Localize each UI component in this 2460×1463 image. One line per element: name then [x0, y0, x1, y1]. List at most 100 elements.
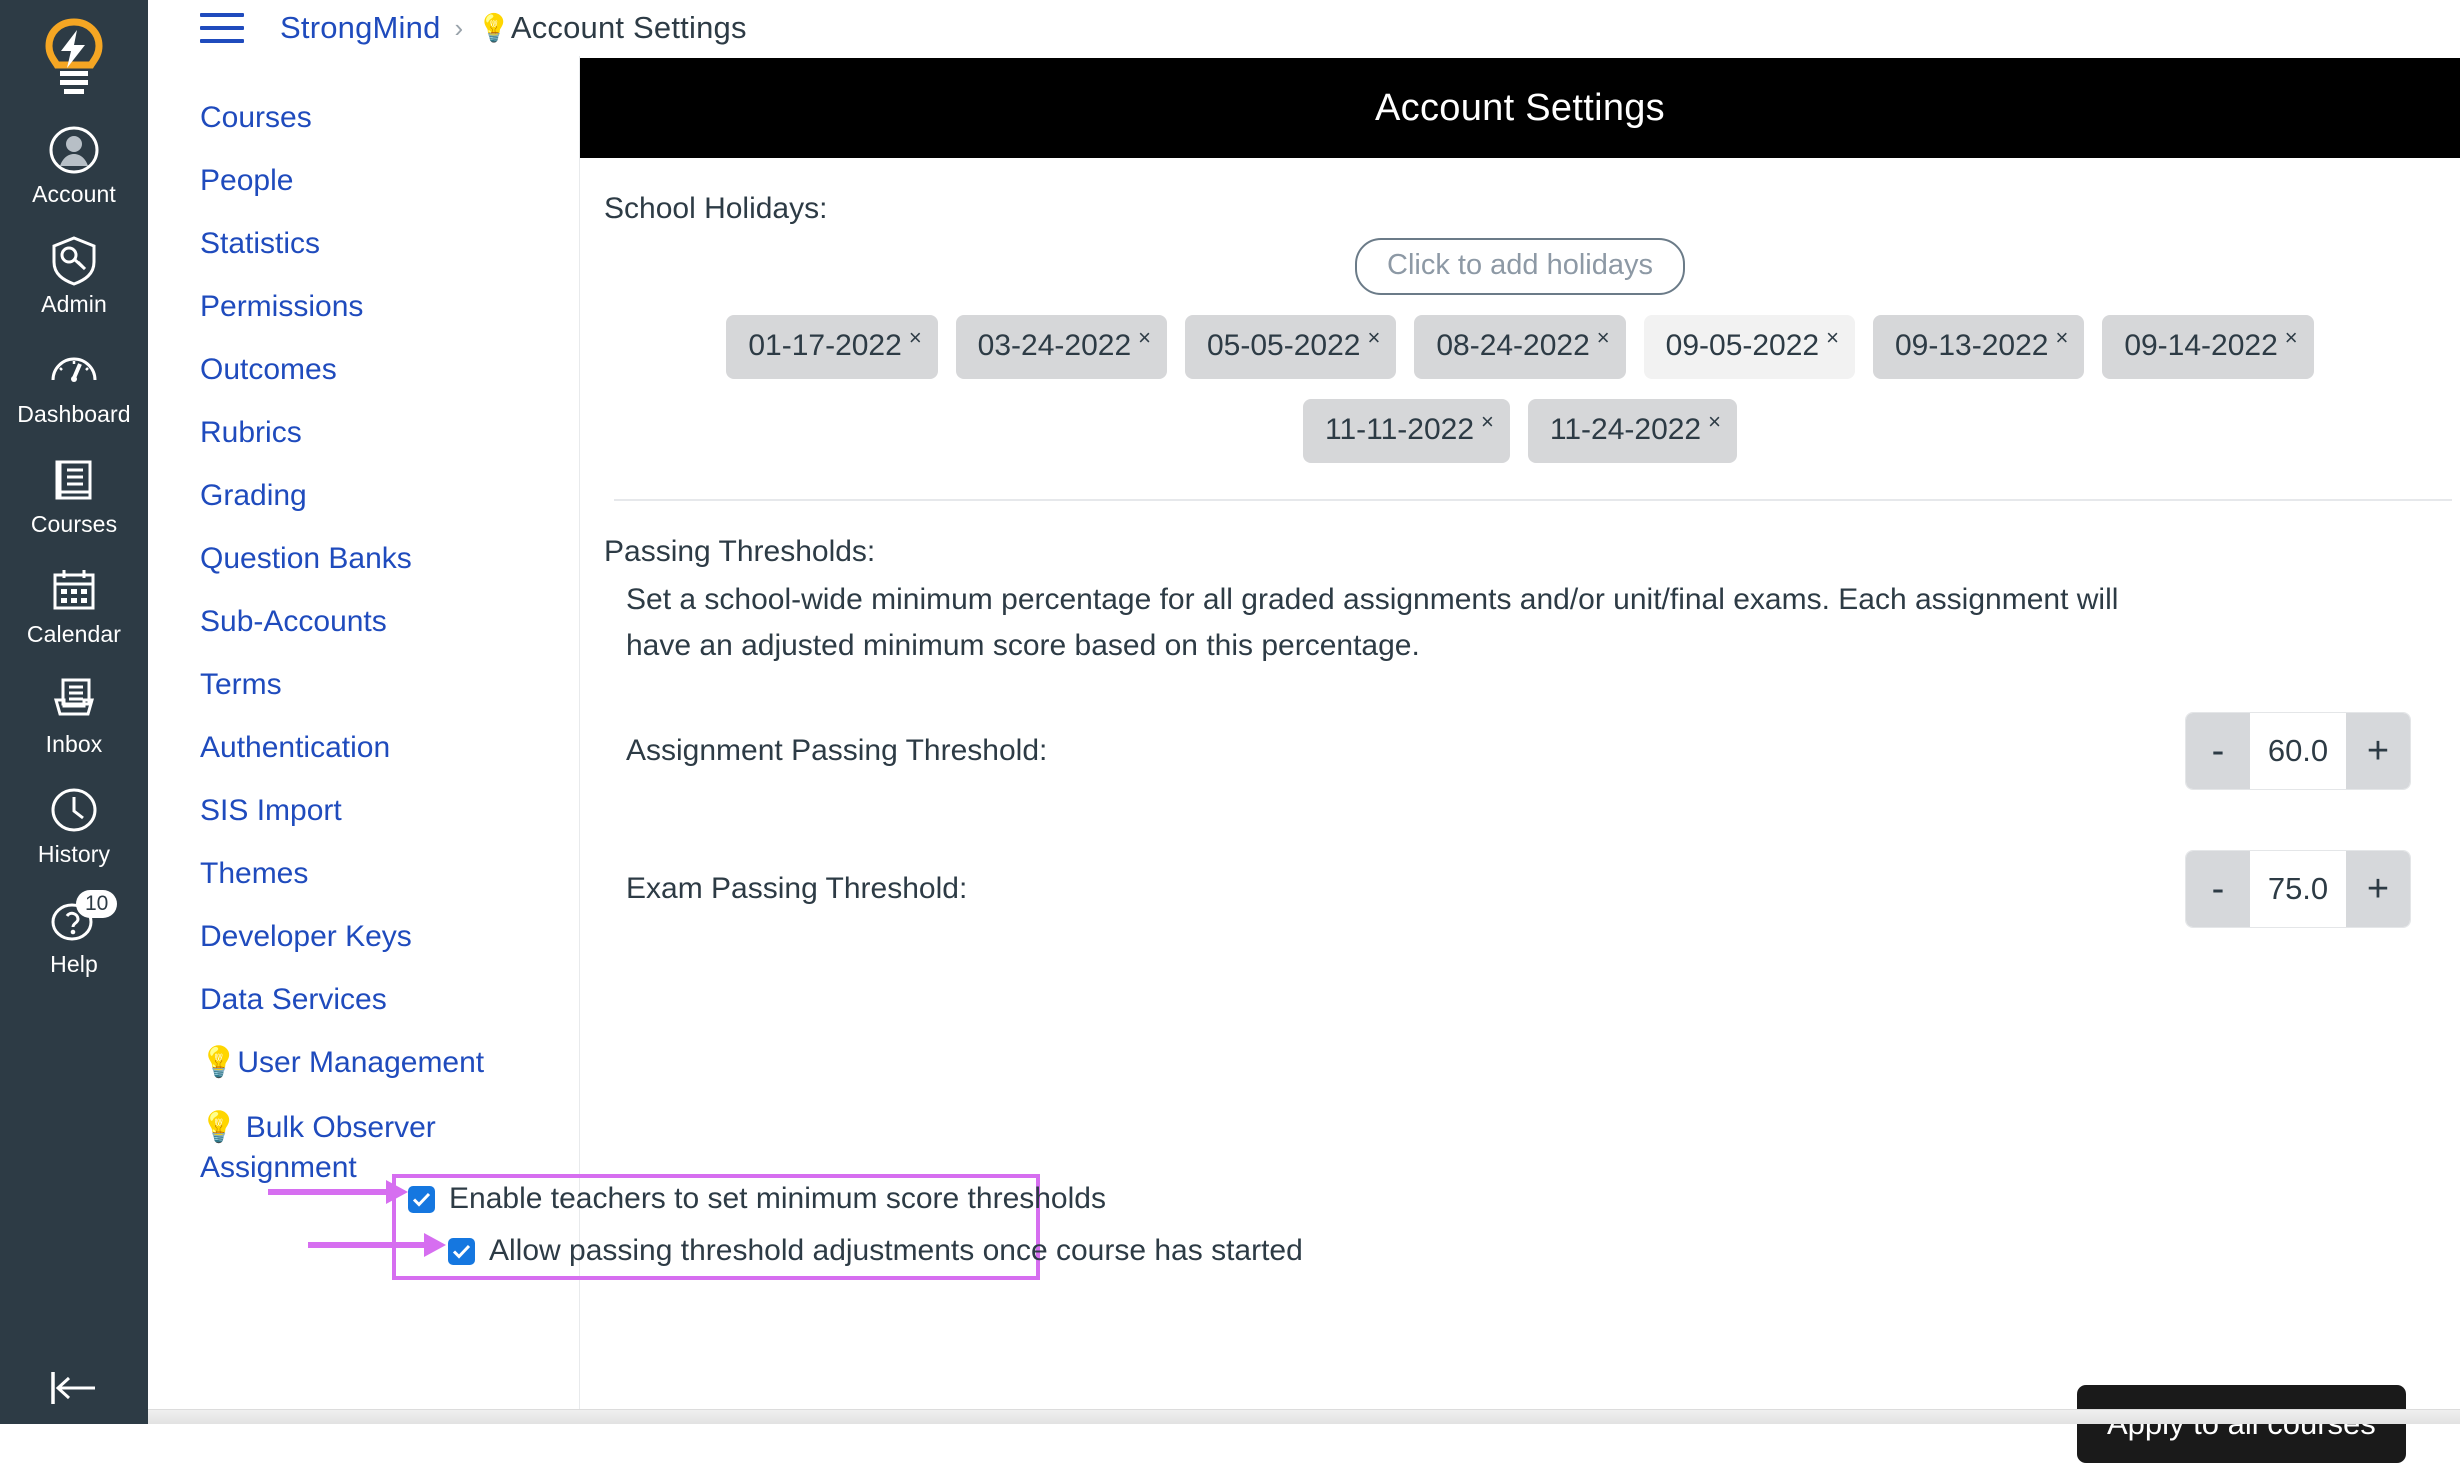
assignment-threshold-input[interactable] — [2250, 713, 2346, 789]
holiday-chip[interactable]: 09-13-2022 × — [1872, 315, 2085, 379]
rail-item-history[interactable]: History — [0, 784, 148, 868]
remove-holiday-icon[interactable]: × — [2285, 327, 2298, 349]
holiday-chip-row-1: 01-17-2022 × 03-24-2022 × 05-05-2022 × 0… — [604, 315, 2436, 379]
sidebar-item-sub-accounts[interactable]: Sub-Accounts — [148, 604, 579, 640]
remove-holiday-icon[interactable]: × — [1597, 327, 1610, 349]
rail-item-account[interactable]: Account — [0, 124, 148, 208]
passing-thresholds-description: Set a school-wide minimum percentage for… — [626, 583, 2119, 662]
rail-item-courses[interactable]: Courses — [0, 454, 148, 538]
horizontal-scrollbar[interactable] — [148, 1409, 2460, 1424]
holiday-date-text: 09-05-2022 — [1665, 329, 1820, 362]
sidebar-item-grading[interactable]: Grading — [148, 478, 579, 514]
lightbulb-logo-icon — [45, 18, 103, 94]
calendar-icon — [53, 570, 95, 610]
exam-threshold-row: Exam Passing Threshold: - + — [604, 851, 2436, 927]
assignment-threshold-stepper: - + — [2186, 713, 2410, 789]
exam-threshold-input[interactable] — [2250, 851, 2346, 927]
collapse-rail-button[interactable] — [0, 1366, 148, 1410]
holiday-date-text: 09-13-2022 — [1894, 329, 2049, 362]
sidebar-item-courses[interactable]: Courses — [148, 100, 579, 136]
breadcrumb-current-page: Account Settings — [510, 10, 747, 45]
rail-item-admin[interactable]: Admin — [0, 234, 148, 318]
holiday-chip[interactable]: 11-11-2022 × — [1303, 399, 1510, 463]
breadcrumb-separator: › — [454, 12, 464, 43]
rail-item-label: Help — [50, 951, 98, 977]
assignment-threshold-label: Assignment Passing Threshold: — [626, 734, 1048, 767]
assignment-threshold-decrement-button[interactable]: - — [2186, 713, 2250, 789]
rail-item-label: Courses — [30, 511, 118, 537]
rail-item-label: Inbox — [45, 731, 103, 757]
sidebar-item-outcomes[interactable]: Outcomes — [148, 352, 579, 388]
remove-holiday-icon[interactable]: × — [1481, 411, 1494, 433]
exam-threshold-increment-button[interactable]: + — [2346, 851, 2410, 927]
sidebar-item-developer-keys[interactable]: Developer Keys — [148, 919, 579, 955]
exam-threshold-label: Exam Passing Threshold: — [626, 872, 968, 905]
remove-holiday-icon[interactable]: × — [909, 327, 922, 349]
remove-holiday-icon[interactable]: × — [1708, 411, 1721, 433]
sidebar-item-permissions[interactable]: Permissions — [148, 289, 579, 325]
holiday-date-text: 08-24-2022 — [1436, 329, 1590, 362]
holiday-chip[interactable]: 09-14-2022 × — [2102, 315, 2314, 379]
enable-teacher-thresholds-row: Enable teachers to set minimum score thr… — [408, 1182, 1106, 1216]
assignment-threshold-row: Assignment Passing Threshold: - + — [604, 713, 2436, 789]
remove-holiday-icon[interactable]: × — [2055, 327, 2068, 349]
page-title-banner: Account Settings — [580, 58, 2460, 158]
sidebar-item-data-services[interactable]: Data Services — [148, 982, 579, 1018]
allow-threshold-adjustments-label: Allow passing threshold adjustments once… — [489, 1234, 1303, 1267]
sidebar-item-sis-import[interactable]: SIS Import — [148, 793, 579, 829]
holiday-chip-row-2: 11-11-2022 × 11-24-2022 × — [604, 399, 2436, 463]
holiday-chip[interactable]: 11-24-2022 × — [1527, 399, 1737, 463]
user-avatar-icon — [49, 126, 99, 174]
exam-threshold-decrement-button[interactable]: - — [2186, 851, 2250, 927]
holiday-chip[interactable]: 03-24-2022 × — [955, 315, 1167, 379]
rail-item-label: Dashboard — [17, 401, 131, 427]
allow-threshold-adjustments-checkbox[interactable] — [448, 1237, 475, 1265]
rail-item-help[interactable]: 10 Help — [0, 890, 148, 978]
sidebar-item-user-management[interactable]: 💡User Management — [148, 1045, 579, 1081]
book-icon — [55, 460, 92, 500]
holiday-chip[interactable]: 08-24-2022 × — [1414, 315, 1626, 379]
assignment-threshold-increment-button[interactable]: + — [2346, 713, 2410, 789]
shield-key-icon — [52, 236, 96, 286]
holiday-date-text: 03-24-2022 — [977, 329, 1132, 362]
add-holidays-button[interactable]: Click to add holidays — [1355, 238, 1685, 295]
sidebar-item-people[interactable]: People — [148, 163, 579, 199]
enable-teacher-thresholds-checkbox[interactable] — [408, 1185, 435, 1213]
global-navigation-rail: Account Admin Dashboard Courses Calendar… — [0, 0, 148, 1424]
apply-to-all-courses-button[interactable]: Apply to all courses — [2077, 1385, 2406, 1463]
sidebar-item-rubrics[interactable]: Rubrics — [148, 415, 579, 451]
school-holidays-label: School Holidays: — [604, 192, 828, 225]
app-logo[interactable] — [0, 0, 148, 98]
remove-holiday-icon[interactable]: × — [1367, 327, 1380, 349]
sidebar-item-question-banks[interactable]: Question Banks — [148, 541, 579, 577]
holiday-chip[interactable]: 05-05-2022 × — [1185, 315, 1397, 379]
passing-thresholds-section: Passing Thresholds: Set a school-wide mi… — [580, 535, 2460, 927]
sidebar-item-terms[interactable]: Terms — [148, 667, 579, 703]
holiday-date-text: 11-24-2022 — [1549, 413, 1702, 446]
clock-icon — [51, 788, 97, 832]
exam-threshold-stepper: - + — [2186, 851, 2410, 927]
sidebar-item-authentication[interactable]: Authentication — [148, 730, 579, 766]
school-holidays-section: School Holidays: Click to add holidays 0… — [580, 192, 2460, 501]
sidebar-item-statistics[interactable]: Statistics — [148, 226, 579, 262]
rail-item-calendar[interactable]: Calendar — [0, 564, 148, 648]
rail-item-label: History — [37, 841, 111, 867]
rail-item-dashboard[interactable]: Dashboard — [0, 344, 148, 428]
checkmark-icon — [412, 1192, 431, 1207]
rail-item-label: Calendar — [26, 621, 122, 647]
enable-teacher-thresholds-label: Enable teachers to set minimum score thr… — [449, 1182, 1106, 1215]
hamburger-menu-icon[interactable] — [200, 13, 244, 43]
passing-thresholds-heading: Passing Thresholds: — [604, 535, 876, 568]
remove-holiday-icon[interactable]: × — [1826, 327, 1839, 349]
lightbulb-icon: 💡 — [477, 13, 511, 43]
sidebar-item-themes[interactable]: Themes — [148, 856, 579, 892]
remove-holiday-icon[interactable]: × — [1138, 327, 1151, 349]
allow-threshold-adjustments-row: Allow passing threshold adjustments once… — [448, 1234, 1303, 1268]
rail-item-inbox[interactable]: Inbox — [0, 674, 148, 758]
breadcrumb-root-link[interactable]: StrongMind — [280, 10, 441, 46]
breadcrumb: StrongMind › 💡 Account Settings — [148, 0, 2460, 56]
rail-item-label: Account — [32, 181, 116, 207]
holiday-chip[interactable]: 01-17-2022 × — [726, 315, 938, 379]
holiday-chip-hovered[interactable]: 09-05-2022 × — [1643, 315, 1855, 379]
holiday-date-text: 05-05-2022 — [1207, 329, 1361, 362]
